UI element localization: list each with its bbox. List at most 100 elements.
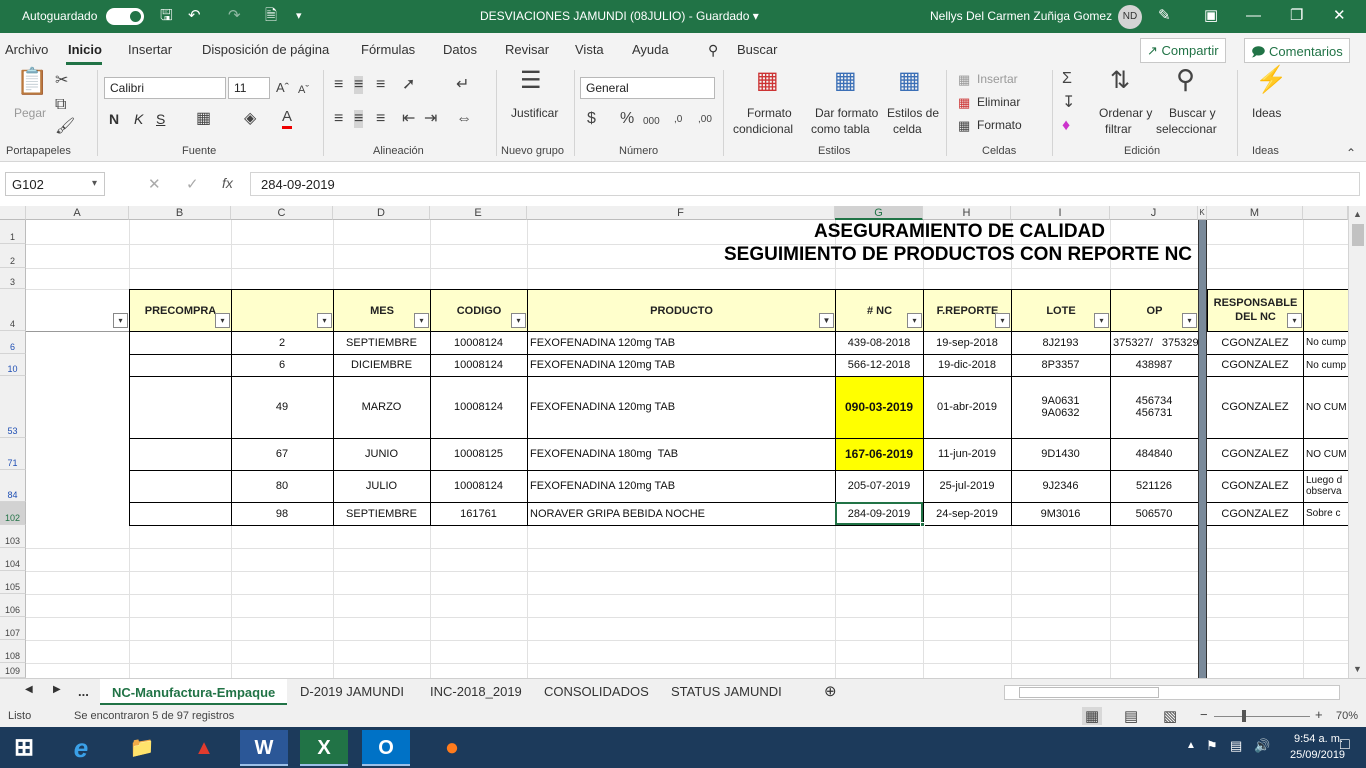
restore-icon[interactable]: ❐ — [1290, 6, 1303, 26]
row-header[interactable]: 105 — [0, 571, 26, 594]
scroll-up-icon[interactable]: ▲ — [1353, 209, 1362, 219]
cell[interactable]: 090-03-2019 — [835, 376, 923, 438]
merge-center-icon[interactable]: ⇔ — [456, 110, 472, 128]
insert-cells-label[interactable]: Insertar — [977, 72, 1018, 86]
tab-formulas[interactable]: Fórmulas — [361, 42, 415, 57]
align-bottom-icon[interactable]: ≡ — [376, 76, 385, 94]
insert-function-icon[interactable]: fx — [222, 175, 233, 191]
row-header[interactable]: 1 — [0, 220, 26, 244]
volume-icon[interactable]: 🔊 — [1254, 738, 1270, 754]
cell-styles-label-2[interactable]: celda — [893, 122, 922, 136]
cell[interactable]: 9A0631 9A0632 — [1011, 376, 1110, 438]
cell[interactable]: 484840 — [1110, 438, 1198, 470]
row-header[interactable]: 109 — [0, 663, 26, 678]
currency-icon[interactable]: $ — [587, 110, 596, 128]
find-label-2[interactable]: seleccionar — [1156, 122, 1217, 136]
increase-decimal-icon[interactable]: ,0 — [674, 111, 682, 129]
align-middle-icon[interactable]: ≡ — [354, 76, 364, 94]
tab-disposicion[interactable]: Disposición de página — [202, 42, 329, 57]
h-scroll-thumb[interactable] — [1019, 687, 1159, 698]
sort-label-1[interactable]: Ordenar y — [1099, 106, 1152, 120]
network-icon[interactable]: ▤ — [1230, 738, 1242, 754]
cell[interactable]: 10008124 — [430, 331, 527, 354]
clock-date[interactable]: 25/09/2019 — [1290, 749, 1345, 761]
thousands-icon[interactable]: 000 — [643, 113, 660, 131]
underline-button[interactable]: S — [156, 111, 165, 127]
table-format-icon[interactable]: ▦ — [834, 69, 857, 93]
row-header[interactable]: 102 — [0, 502, 26, 525]
file-explorer-icon[interactable]: 📁 — [118, 730, 166, 766]
flag-icon[interactable]: ⚑ — [1206, 738, 1218, 754]
justify-label[interactable]: Justificar — [511, 106, 558, 120]
cell[interactable]: CGONZALEZ — [1207, 354, 1303, 376]
close-icon[interactable]: ✕ — [1333, 6, 1346, 26]
cell-styles-label-1[interactable]: Estilos de — [887, 106, 939, 120]
find-select-icon[interactable]: ⚲ — [1176, 66, 1195, 92]
sort-label-2[interactable]: filtrar — [1105, 122, 1132, 136]
filter-active-icon[interactable]: ▼ — [819, 313, 834, 328]
sheet-tab-active[interactable]: NC-Manufactura-Empaque — [100, 679, 288, 706]
cell[interactable]: CGONZALEZ — [1207, 502, 1303, 525]
zoom-slider-thumb[interactable] — [1242, 710, 1246, 722]
cell[interactable]: FEXOFENADINA 180mg TAB — [527, 438, 835, 470]
name-box[interactable]: G102 — [5, 172, 105, 196]
enter-icon[interactable]: ✓ — [186, 175, 199, 193]
avatar[interactable]: ND — [1118, 5, 1142, 29]
filter-dropdown-icon[interactable]: ▾ — [907, 313, 922, 328]
cell[interactable]: 98 — [231, 502, 333, 525]
zoom-slider[interactable] — [1214, 716, 1310, 717]
cell[interactable]: 49 — [231, 376, 333, 438]
cell[interactable]: 566-12-2018 — [835, 354, 923, 376]
tab-revisar[interactable]: Revisar — [505, 42, 549, 57]
cell[interactable]: CGONZALEZ — [1207, 376, 1303, 438]
cell[interactable]: FEXOFENADINA 120mg TAB — [527, 470, 835, 502]
cell[interactable]: 11-jun-2019 — [923, 438, 1011, 470]
shrink-font-icon[interactable]: Aˇ — [298, 81, 309, 99]
borders-icon[interactable]: ▦ — [196, 110, 211, 128]
justify-icon[interactable]: ☰ — [520, 69, 542, 93]
cell[interactable]: JUNIO — [333, 438, 430, 470]
cell[interactable]: NO CUM — [1303, 438, 1348, 470]
cell[interactable]: 9M3016 — [1011, 502, 1110, 525]
row-header[interactable]: 103 — [0, 525, 26, 548]
document-title[interactable]: DESVIACIONES JAMUNDI (08JULIO) - Guardad… — [480, 9, 759, 23]
autosave-toggle[interactable] — [106, 8, 144, 25]
zoom-in-icon[interactable]: + — [1315, 707, 1323, 722]
namebox-dropdown-icon[interactable]: ▾ — [92, 178, 97, 189]
cell[interactable]: No cump — [1303, 354, 1348, 376]
format-cells-label[interactable]: Formato — [977, 118, 1022, 132]
decrease-decimal-icon[interactable]: ,00 — [698, 111, 712, 129]
font-name-select[interactable]: Calibri — [104, 77, 226, 99]
tab-ayuda[interactable]: Ayuda — [632, 42, 669, 57]
font-color-icon[interactable]: A — [282, 108, 293, 129]
fill-color-icon[interactable]: ◈ — [244, 110, 256, 128]
header-producto[interactable]: PRODUCTO — [527, 289, 836, 332]
cond-format-label-2[interactable]: condicional — [733, 122, 793, 136]
tab-insertar[interactable]: Insertar — [128, 42, 172, 57]
filter-dropdown-icon[interactable]: ▾ — [1094, 313, 1109, 328]
row-header[interactable]: 84 — [0, 470, 26, 502]
row-header[interactable]: 4 — [0, 289, 26, 331]
notifications-icon[interactable]: □ — [1340, 736, 1350, 754]
filter-dropdown-icon[interactable]: ▾ — [1287, 313, 1302, 328]
paste-icon[interactable]: 📋 — [16, 68, 48, 94]
cell[interactable]: 456734 456731 — [1110, 376, 1198, 438]
tab-vista[interactable]: Vista — [575, 42, 604, 57]
column-header-c[interactable]: C — [231, 206, 333, 220]
cell[interactable]: 6 — [231, 354, 333, 376]
filter-dropdown-icon[interactable]: ▾ — [317, 313, 332, 328]
cell[interactable]: JULIO — [333, 470, 430, 502]
cell[interactable]: FEXOFENADINA 120mg TAB — [527, 376, 835, 438]
column-header-e[interactable]: E — [430, 206, 527, 220]
column-header-a[interactable]: A — [26, 206, 129, 220]
align-left-icon[interactable]: ≡ — [334, 110, 343, 128]
column-header-i[interactable]: I — [1011, 206, 1110, 220]
sheet-subtitle[interactable]: SEGUIMIENTO DE PRODUCTOS CON REPORTE NC — [724, 244, 1192, 266]
select-all-corner[interactable] — [0, 206, 26, 220]
filter-dropdown-icon[interactable]: ▾ — [113, 313, 128, 328]
add-sheet-icon[interactable]: ⊕ — [824, 682, 837, 700]
paste-label[interactable]: Pegar — [14, 106, 46, 120]
sheet-tab[interactable]: D-2019 JAMUNDI — [300, 684, 404, 699]
cell[interactable]: 9D1430 — [1011, 438, 1110, 470]
cell[interactable]: FEXOFENADINA 120mg TAB — [527, 354, 835, 376]
